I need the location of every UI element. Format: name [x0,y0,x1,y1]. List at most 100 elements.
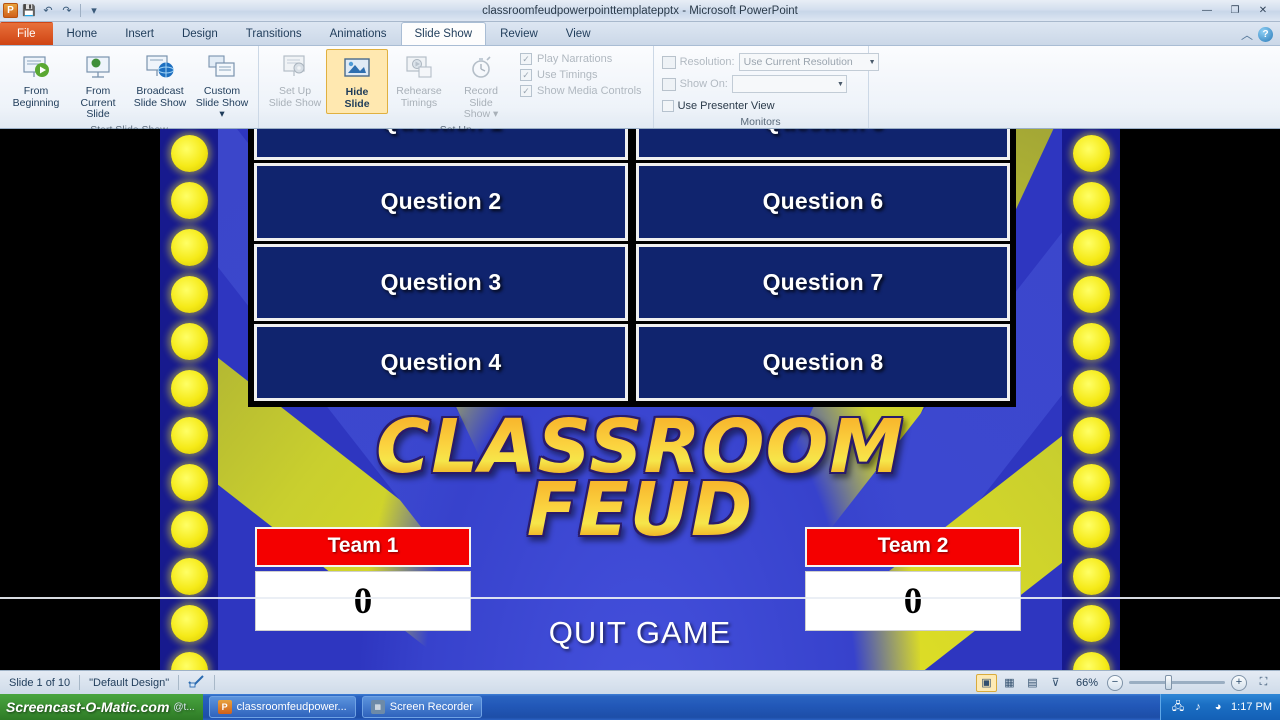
team-2-name[interactable]: Team 2 [805,527,1021,567]
taskbar: Screencast-O-Matic.com @t... P classroom… [0,694,1280,720]
bulb-icon [170,182,208,219]
team-1-name[interactable]: Team 1 [255,527,471,567]
from-current-slide-button[interactable]: From Current Slide [67,49,129,124]
show-on-row[interactable]: Show On: ▼ [661,74,847,94]
status-bar: Slide 1 of 10 "Default Design" ▣ ▦ ▤ ⊽ 6… [0,670,1280,694]
minimize-button[interactable]: — [1194,2,1220,19]
quit-game-button[interactable]: QUIT GAME [160,615,1120,651]
tab-animations[interactable]: Animations [316,22,401,45]
tab-review[interactable]: Review [486,22,552,45]
slide-canvas[interactable]: Question 1 Question 5 Question 2 Questio… [160,129,1120,670]
set-up-slide-show-button[interactable]: Set Up Slide Show [264,49,326,112]
sound-icon[interactable]: ♪ [1191,700,1205,714]
question-button-3[interactable]: Question 3 [254,243,628,321]
bulb-icon [1072,135,1110,172]
set-up-checkbox-column: ✓ Play Narrations ✓ Use Timings ✓ Show M… [512,49,648,97]
redo-icon[interactable]: ↷ [59,3,75,19]
zoom-slider[interactable] [1129,674,1225,692]
slide-workspace[interactable]: Question 1 Question 5 Question 2 Questio… [0,129,1280,670]
tab-transitions[interactable]: Transitions [232,22,316,45]
tab-home[interactable]: Home [53,22,112,45]
custom-slide-show-button[interactable]: Custom Slide Show ▾ [191,49,253,124]
network-icon[interactable]: 🖧 [1171,700,1185,714]
start-button-sublabel: @t... [173,701,195,713]
spellcheck-icon[interactable] [179,674,214,691]
zoom-slider-thumb[interactable] [1165,675,1172,690]
collapse-ribbon-icon[interactable]: ︿ [1241,26,1253,43]
question-button-6[interactable]: Question 6 [636,163,1010,241]
bulb-icon [170,417,208,454]
hide-slide-button[interactable]: Hide Slide [326,49,388,114]
clock[interactable]: 1:17 PM [1231,701,1272,713]
play-narrations-checkbox[interactable]: ✓ [520,53,532,65]
tab-view[interactable]: View [552,22,605,45]
undo-icon[interactable]: ↶ [40,3,56,19]
question-button-4[interactable]: Question 4 [254,323,628,401]
broadcast-label: Broadcast Slide Show [133,85,187,109]
resolution-row[interactable]: Resolution: Use Current Resolution ▼ [661,52,879,72]
window-controls[interactable]: — ❐ ✕ [1194,2,1280,19]
drawing-guide-line[interactable] [0,597,1280,599]
ribbon-right-controls[interactable]: ︿ ? [1241,26,1280,45]
shield-icon[interactable]: ◕ [1211,700,1225,714]
taskbar-item-screen-recorder[interactable]: ▦ Screen Recorder [361,696,482,718]
from-beginning-label: From Beginning [12,85,60,109]
broadcast-slide-show-button[interactable]: Broadcast Slide Show [129,49,191,112]
tab-insert[interactable]: Insert [111,22,168,45]
question-button-5[interactable]: Question 5 [636,129,1010,161]
use-presenter-view-row[interactable]: Use Presenter View [661,96,775,116]
close-button[interactable]: ✕ [1250,2,1276,19]
use-timings-checkbox[interactable]: ✓ [520,69,532,81]
bulb-icon [1072,182,1110,219]
tab-file[interactable]: File [0,22,53,45]
question-button-8[interactable]: Question 8 [636,323,1010,401]
zoom-in-button[interactable]: + [1231,674,1247,691]
start-button[interactable]: Screencast-O-Matic.com @t... [0,694,203,720]
use-presenter-view-checkbox[interactable] [661,100,674,112]
chevron-down-icon[interactable]: ▼ [866,59,876,66]
view-reading-button[interactable]: ▤ [1022,674,1043,692]
use-timings-row[interactable]: ✓ Use Timings [520,69,642,81]
resolution-dropdown[interactable]: Use Current Resolution ▼ [738,53,879,71]
bulb-icon [1072,511,1110,548]
ribbon-tab-bar[interactable]: File Home Insert Design Transitions Anim… [0,22,1280,46]
tab-slide-show[interactable]: Slide Show [400,22,487,45]
theme-name[interactable]: "Default Design" [80,677,178,689]
question-button-2[interactable]: Question 2 [254,163,628,241]
help-icon[interactable]: ? [1258,27,1273,42]
fit-slide-to-window-button[interactable]: ⛶ [1253,674,1274,692]
question-button-1[interactable]: Question 1 [254,129,628,161]
chevron-down-icon-2[interactable]: ▼ [834,81,844,88]
taskbar-item-powerpoint[interactable]: P classroomfeudpower... [208,696,356,718]
from-beginning-icon [20,52,52,84]
play-narrations-row[interactable]: ✓ Play Narrations [520,53,642,65]
show-on-dropdown[interactable]: ▼ [731,75,847,93]
from-beginning-button[interactable]: From Beginning [5,49,67,112]
rehearse-timings-button[interactable]: Rehearse Timings [388,49,450,112]
status-divider-3 [214,675,216,690]
save-icon[interactable]: 💾 [21,3,37,19]
question-board[interactable]: Question 1 Question 5 Question 2 Questio… [248,129,1016,407]
tab-design[interactable]: Design [168,22,232,45]
view-normal-button[interactable]: ▣ [975,673,997,692]
bulb-icon [170,464,208,501]
ribbon: From Beginning From Current Slide Broadc… [0,46,1280,136]
system-tray[interactable]: 🖧 ♪ ◕ 1:17 PM [1160,694,1280,720]
question-button-7[interactable]: Question 7 [636,243,1010,321]
custom-slide-show-icon [206,52,238,84]
bulb-icon [1072,370,1110,407]
show-media-controls-checkbox[interactable]: ✓ [520,85,532,97]
restore-button[interactable]: ❐ [1222,2,1248,19]
show-media-controls-row[interactable]: ✓ Show Media Controls [520,85,642,97]
start-button-label: Screencast-O-Matic.com [6,699,170,715]
zoom-out-button[interactable]: − [1107,674,1123,691]
quick-access-toolbar[interactable]: P 💾 ↶ ↷ ▾ [0,3,102,19]
qat-customize-icon[interactable]: ▾ [86,3,102,19]
custom-slide-show-label: Custom Slide Show ▾ [195,85,249,120]
powerpoint-app-icon[interactable]: P [3,3,18,18]
zoom-level[interactable]: 66% [1067,677,1107,689]
slide-counter[interactable]: Slide 1 of 10 [0,677,79,689]
view-slide-sorter-button[interactable]: ▦ [999,674,1020,692]
record-slide-show-button[interactable]: Record Slide Show ▾ [450,49,512,124]
view-slide-show-button[interactable]: ⊽ [1045,674,1066,692]
